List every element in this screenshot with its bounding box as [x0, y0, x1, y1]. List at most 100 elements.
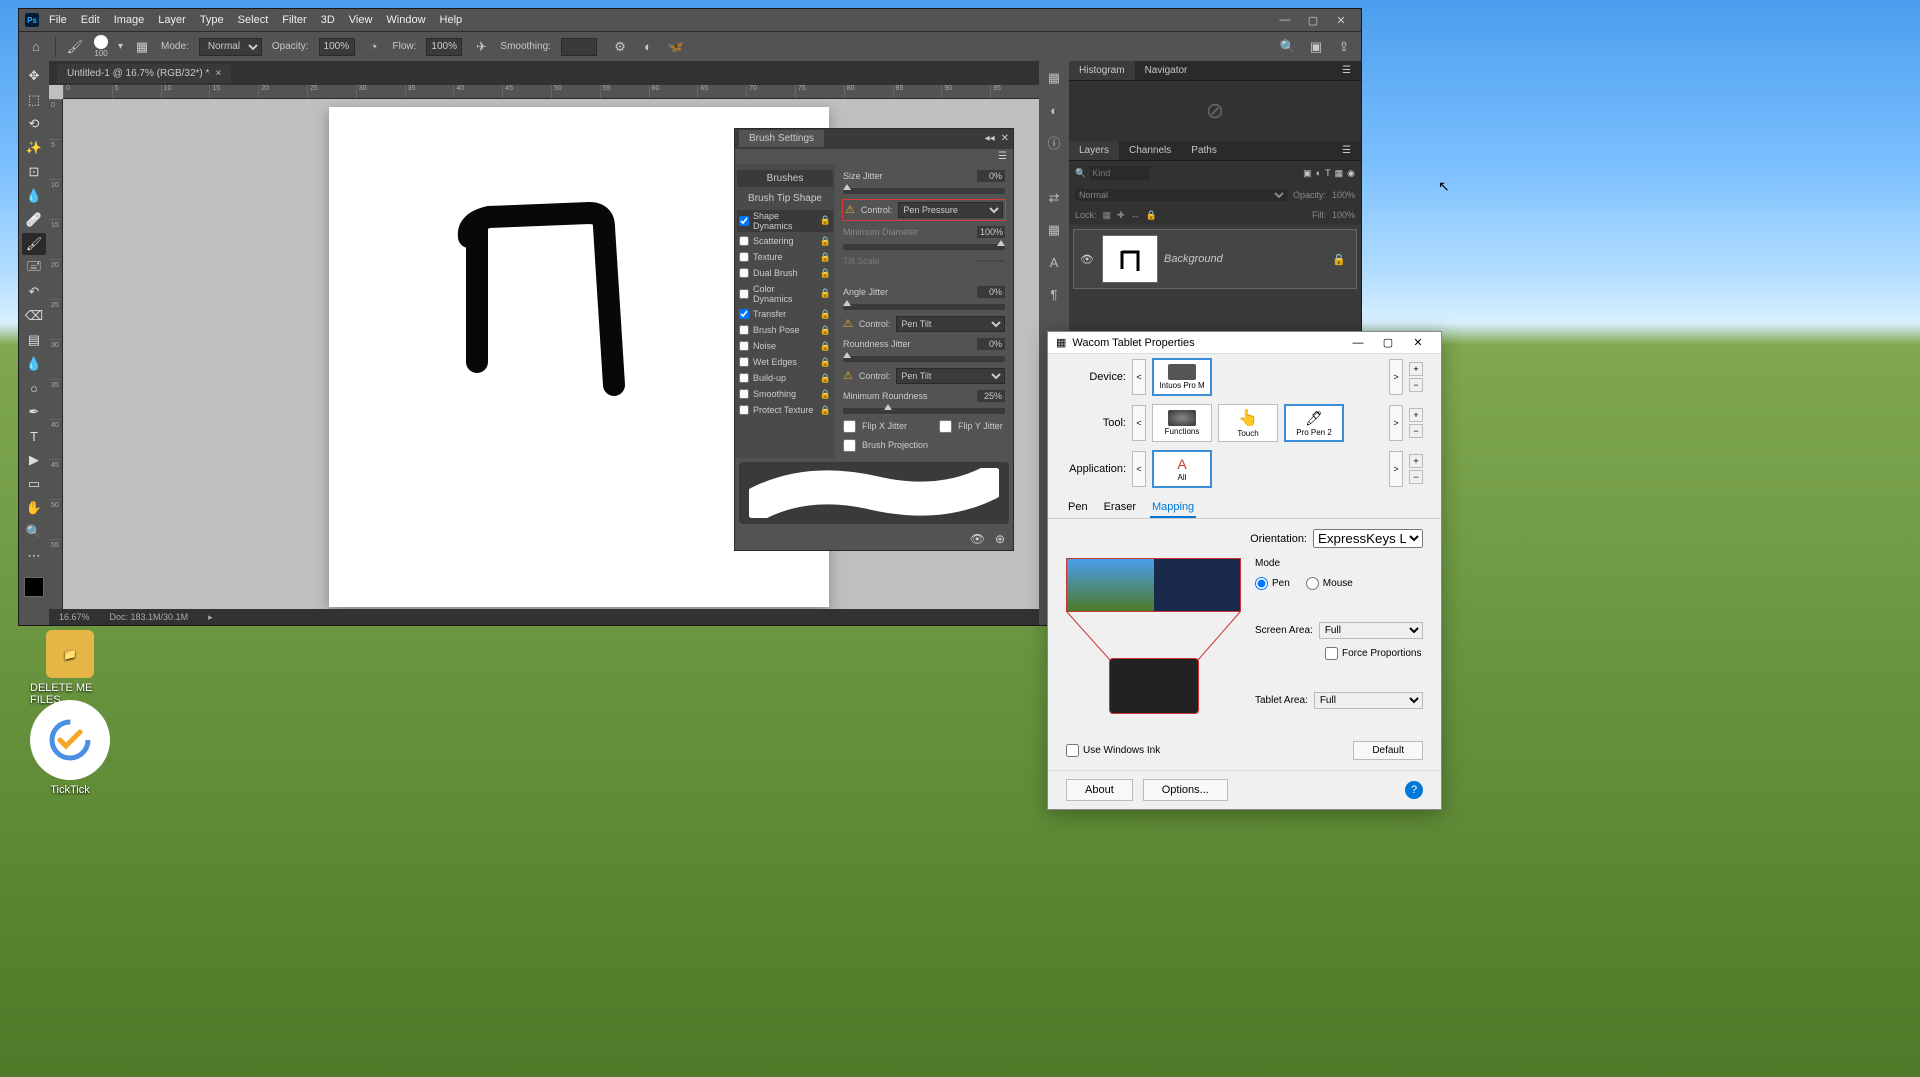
gear-icon[interactable]: ⚙: [611, 38, 629, 56]
desktop-icon-folder[interactable]: 📁 DELETE ME FILES: [30, 630, 110, 706]
tool-pen[interactable]: 🖊Pro Pen 2: [1284, 404, 1344, 442]
blend-mode-select[interactable]: Normal: [1075, 189, 1287, 201]
force-proportions-checkbox[interactable]: Force Proportions: [1325, 647, 1423, 660]
path-select-tool[interactable]: ▶: [22, 449, 46, 471]
opt-brush-pose[interactable]: Brush Pose🔒: [737, 324, 833, 337]
tool-add[interactable]: +: [1409, 408, 1423, 422]
flip-y-checkbox[interactable]: [939, 420, 952, 433]
tool-next[interactable]: >: [1389, 405, 1403, 441]
app-all[interactable]: AAll: [1152, 450, 1212, 488]
tab-paths[interactable]: Paths: [1181, 141, 1227, 160]
close-button[interactable]: ✕: [1403, 332, 1433, 354]
home-icon[interactable]: ⌂: [27, 38, 45, 56]
lock-pixels-icon[interactable]: ▦: [1103, 210, 1112, 221]
tab-navigator[interactable]: Navigator: [1135, 61, 1198, 80]
history-brush-tool[interactable]: ↶: [22, 281, 46, 303]
opt-dual-brush[interactable]: Dual Brush🔒: [737, 267, 833, 280]
app-remove[interactable]: −: [1409, 470, 1423, 484]
size-jitter-slider[interactable]: [843, 188, 1005, 194]
brush-circle-icon[interactable]: [94, 35, 108, 49]
minimize-button[interactable]: —: [1271, 10, 1299, 30]
magic-wand-tool[interactable]: ✨: [22, 137, 46, 159]
filter-icon[interactable]: ▣: [1303, 168, 1312, 179]
tab-close-icon[interactable]: ×: [215, 68, 221, 79]
edit-toolbar[interactable]: ⋯: [22, 545, 46, 567]
opt-build-up[interactable]: Build-up🔒: [737, 372, 833, 385]
roundness-control-select[interactable]: Pen Tilt: [896, 368, 1005, 384]
gradient-tool[interactable]: ▤: [22, 329, 46, 351]
app-next[interactable]: >: [1389, 451, 1403, 487]
min-roundness-value[interactable]: 25%: [977, 390, 1005, 402]
fill-value[interactable]: 100%: [1332, 210, 1355, 220]
menu-edit[interactable]: Edit: [81, 14, 100, 26]
brush-preset-icon[interactable]: 🖌: [66, 38, 84, 56]
brushes-button[interactable]: Brushes: [737, 170, 833, 187]
panel-menu-icon[interactable]: ☰: [998, 151, 1007, 162]
size-jitter-value[interactable]: 0%: [977, 170, 1005, 182]
color-panel-icon[interactable]: ▦: [1045, 69, 1063, 87]
menu-3d[interactable]: 3D: [321, 14, 335, 26]
pen-tool[interactable]: ✒: [22, 401, 46, 423]
crop-tool[interactable]: ⊡: [22, 161, 46, 183]
opacity-input[interactable]: [319, 38, 355, 56]
opt-shape-dynamics[interactable]: Shape Dynamics🔒: [737, 210, 833, 232]
swatches-icon[interactable]: ▦: [1045, 221, 1063, 239]
character-icon[interactable]: A: [1045, 253, 1063, 271]
brush-panel-toggle-icon[interactable]: ▦: [133, 38, 151, 56]
menu-filter[interactable]: Filter: [282, 14, 306, 26]
layer-name[interactable]: Background: [1164, 253, 1223, 265]
menu-type[interactable]: Type: [200, 14, 224, 26]
layer-thumbnail[interactable]: [1102, 235, 1158, 283]
opt-texture[interactable]: Texture🔒: [737, 251, 833, 264]
pressure-size-icon[interactable]: ◐: [639, 38, 657, 56]
mode-select[interactable]: Normal: [199, 38, 262, 56]
rectangle-tool[interactable]: ▭: [22, 473, 46, 495]
wacom-titlebar[interactable]: ▦ Wacom Tablet Properties — ▢ ✕: [1048, 332, 1441, 354]
min-diameter-slider[interactable]: [843, 244, 1005, 250]
panel-menu-icon[interactable]: ☰: [1332, 141, 1361, 160]
min-diameter-value[interactable]: 100%: [977, 226, 1005, 238]
opt-scattering[interactable]: Scattering🔒: [737, 235, 833, 248]
device-item[interactable]: Intuos Pro M: [1152, 358, 1212, 396]
panel-close-icon[interactable]: ✕: [1001, 133, 1009, 144]
tool-touch[interactable]: 👆Touch: [1218, 404, 1278, 442]
tab-channels[interactable]: Channels: [1119, 141, 1181, 160]
close-button[interactable]: ✕: [1327, 10, 1355, 30]
brush-tool[interactable]: 🖌: [22, 233, 46, 255]
blur-tool[interactable]: 💧: [22, 353, 46, 375]
opt-noise[interactable]: Noise🔒: [737, 340, 833, 353]
menu-view[interactable]: View: [349, 14, 373, 26]
device-remove[interactable]: −: [1409, 378, 1423, 392]
desktop-icon-ticktick[interactable]: TickTick: [30, 700, 110, 796]
panel-collapse-icon[interactable]: ◂◂: [985, 133, 995, 144]
min-roundness-slider[interactable]: [843, 408, 1005, 414]
mode-pen-radio[interactable]: Pen: [1255, 577, 1290, 590]
device-next[interactable]: >: [1389, 359, 1403, 395]
titlebar[interactable]: Ps File Edit Image Layer Type Select Fil…: [19, 9, 1361, 31]
angle-control-select[interactable]: Pen Tilt: [896, 316, 1005, 332]
panel-menu-icon[interactable]: ☰: [1332, 61, 1361, 80]
menu-image[interactable]: Image: [114, 14, 145, 26]
hand-tool[interactable]: ✋: [22, 497, 46, 519]
visibility-icon[interactable]: 👁: [1078, 253, 1096, 266]
flip-x-checkbox[interactable]: [843, 420, 856, 433]
search-icon[interactable]: 🔍: [1075, 168, 1086, 179]
brush-settings-title[interactable]: Brush Settings: [739, 130, 824, 147]
libraries-icon[interactable]: ⇄: [1045, 189, 1063, 207]
brush-settings-panel[interactable]: Brush Settings ◂◂ ✕ ☰ Brushes Brush Tip …: [734, 128, 1014, 551]
roundness-jitter-slider[interactable]: [843, 356, 1005, 362]
tab-pen[interactable]: Pen: [1066, 498, 1090, 518]
marquee-tool[interactable]: ⬚: [22, 89, 46, 111]
about-button[interactable]: About: [1066, 779, 1133, 801]
eyedropper-tool[interactable]: 💧: [22, 185, 46, 207]
orientation-select[interactable]: ExpressKeys Left: [1313, 529, 1423, 548]
opt-protect-texture[interactable]: Protect Texture🔒: [737, 404, 833, 417]
options-button[interactable]: Options...: [1143, 779, 1228, 801]
screen-area-select[interactable]: Full: [1319, 622, 1423, 639]
workspace-icon[interactable]: ▣: [1307, 38, 1325, 56]
lock-icon[interactable]: 🔒: [1326, 253, 1352, 266]
device-prev[interactable]: <: [1132, 359, 1146, 395]
use-windows-ink-checkbox[interactable]: Use Windows Ink: [1066, 744, 1160, 757]
tab-histogram[interactable]: Histogram: [1069, 61, 1135, 80]
stamp-tool[interactable]: 🖃: [22, 257, 46, 279]
